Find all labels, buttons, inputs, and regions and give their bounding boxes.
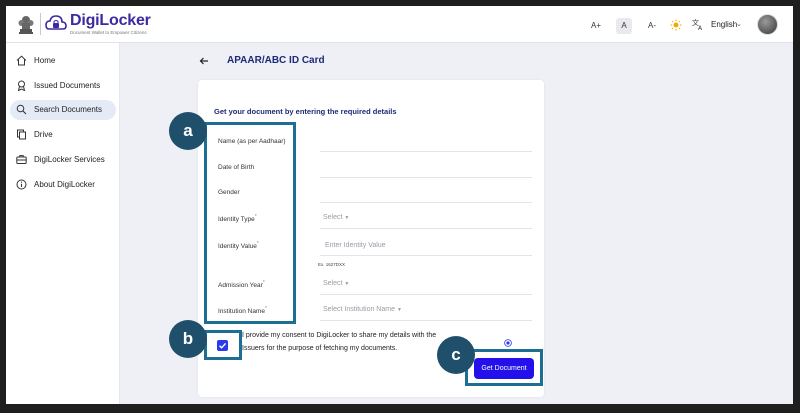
user-avatar[interactable]: [757, 14, 778, 35]
admission-year-select[interactable]: Select ▼: [323, 280, 349, 287]
identity-value-hint: Ex. 1627DXX: [318, 262, 346, 267]
app-window: DigiLocker Document Wallet to Empower Ci…: [6, 6, 793, 404]
sidebar-item-label: Drive: [34, 130, 53, 139]
name-field[interactable]: [320, 151, 532, 152]
badge-icon: [17, 80, 26, 91]
copy-icon: [17, 129, 26, 140]
annotation-badge-b: b: [169, 320, 207, 358]
caret-down-icon: ▼: [344, 215, 350, 221]
font-increase-button[interactable]: A+: [588, 18, 604, 34]
gender-field[interactable]: [320, 202, 532, 203]
home-icon: [16, 55, 27, 66]
annotation-highlight-a: [204, 122, 296, 324]
sidebar-item-label: Home: [34, 56, 56, 65]
language-selector[interactable]: English: [711, 20, 737, 29]
sidebar-item-label: About DigiLocker: [34, 180, 95, 189]
identity-type-underline: [320, 228, 532, 229]
logo-divider: [40, 13, 41, 35]
sidebar-item-label: Issued Documents: [34, 81, 101, 90]
digilocker-logo-icon[interactable]: [45, 14, 67, 34]
sidebar-item-label: Search Documents: [34, 105, 103, 114]
font-decrease-button[interactable]: A-: [644, 18, 660, 34]
sidebar-item-label: DigiLocker Services: [34, 155, 105, 164]
brand-name[interactable]: DigiLocker: [70, 12, 151, 30]
annotation-highlight-c: [465, 349, 543, 386]
identity-value-underline: [320, 255, 532, 256]
info-icon: [16, 179, 27, 190]
institution-name-select[interactable]: Select Institution Name ▼: [323, 306, 402, 313]
chevron-down-icon[interactable]: ⌄: [736, 20, 742, 28]
form-heading: Get your document by entering the requir…: [214, 107, 397, 116]
page-title: APAAR/ABC ID Card: [227, 55, 325, 66]
annotation-badge-a: a: [169, 112, 207, 150]
consent-text: I provide my consent to DigiLocker to sh…: [242, 332, 437, 352]
dob-field[interactable]: [320, 177, 532, 178]
sidebar-item-issued-documents[interactable]: Issued Documents: [10, 76, 116, 96]
sidebar-item-search-documents[interactable]: Search Documents: [10, 100, 116, 120]
brand-tagline: Document Wallet to Empower Citizens: [70, 30, 147, 35]
sidebar-item-about-digilocker[interactable]: About DigiLocker: [10, 175, 116, 195]
sidebar-item-drive[interactable]: Drive: [10, 125, 116, 145]
font-default-button[interactable]: A: [616, 18, 632, 34]
annotation-badge-c: c: [437, 336, 475, 374]
sidebar-item-home[interactable]: Home: [10, 51, 116, 71]
top-bar: DigiLocker Document Wallet to Empower Ci…: [6, 6, 793, 43]
briefcase-icon: [16, 155, 27, 164]
search-icon: [16, 104, 27, 115]
back-arrow-icon[interactable]: [199, 56, 209, 66]
sun-icon[interactable]: [670, 19, 682, 31]
caret-down-icon: ▼: [396, 307, 402, 313]
identity-value-input[interactable]: Enter Identity Value: [325, 242, 386, 249]
translate-icon[interactable]: 文 A: [692, 18, 704, 31]
institution-name-underline: [320, 320, 532, 321]
annotation-highlight-b: [204, 330, 242, 360]
sidebar-item-digilocker-services[interactable]: DigiLocker Services: [10, 150, 116, 170]
admission-year-underline: [320, 294, 532, 295]
identity-type-select[interactable]: Select ▼: [323, 214, 349, 221]
caret-down-icon: ▼: [344, 281, 350, 287]
sidebar: Home Issued Documents Search Documents D…: [6, 43, 120, 404]
national-emblem-icon: [18, 16, 34, 34]
svg-text:A: A: [698, 25, 703, 31]
radio-indicator-icon[interactable]: [504, 339, 512, 347]
